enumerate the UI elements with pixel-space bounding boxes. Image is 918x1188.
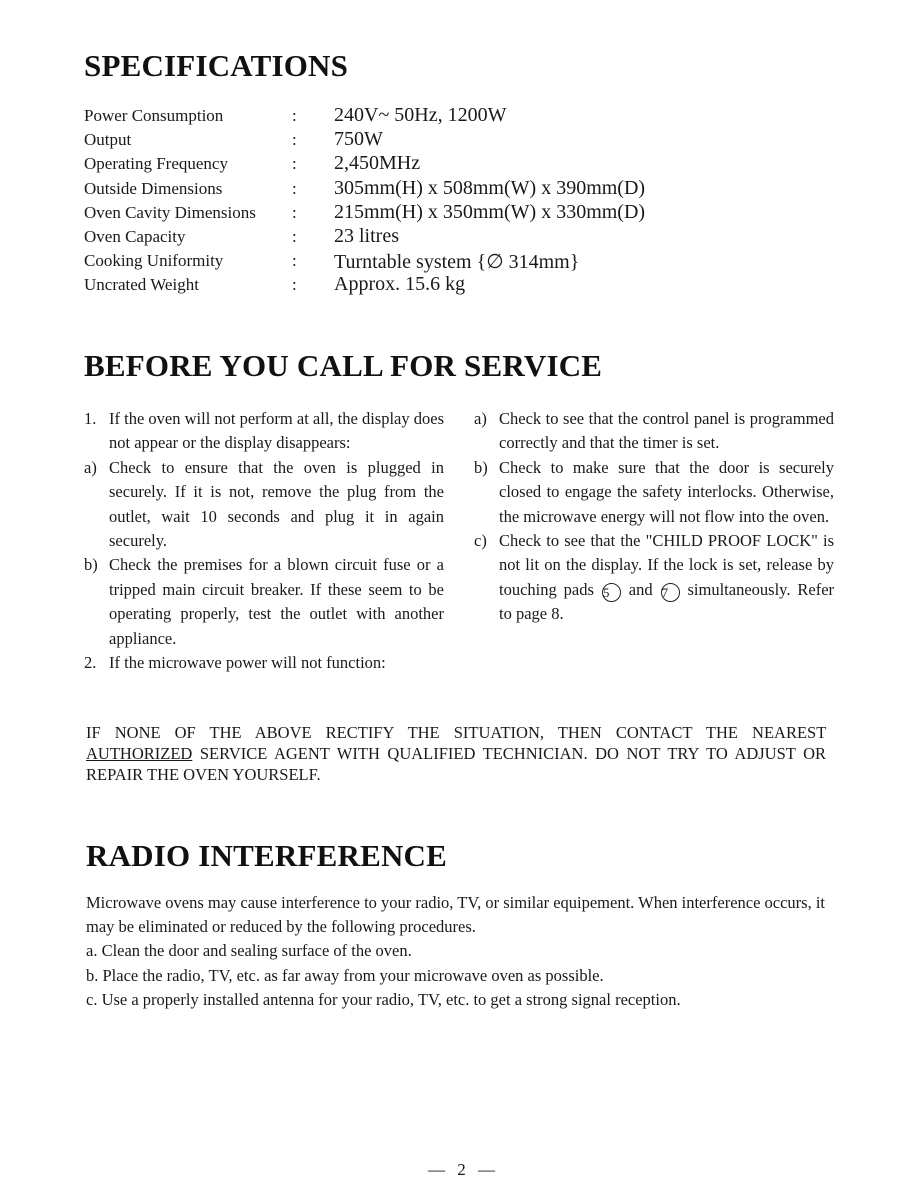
spec-label: Oven Capacity (84, 226, 186, 246)
spec-value: 2,450MHz (334, 152, 421, 175)
spec-value: Turntable system {∅ 314mm} (334, 251, 580, 274)
spec-value: 750W (334, 128, 383, 151)
spec-value: 240V~ 50Hz, 1200W (334, 104, 507, 126)
service-item: a) Check to ensure that the oven is plug… (84, 456, 444, 554)
item-text: Check to see that the control panel is p… (499, 409, 834, 453)
spec-separator: : (292, 178, 297, 198)
radio-step: c. Use a properly installed antenna for … (86, 989, 681, 1009)
radio-step: b. Place the radio, TV, etc. as far away… (86, 965, 604, 985)
spec-label: Outside Dimensions (84, 178, 223, 198)
notice-text-2: SERVICE AGENT WITH QUALIFIED TECHNICIAN.… (86, 743, 827, 784)
spec-separator: : (292, 226, 297, 246)
service-heading: BEFORE YOU CALL FOR SERVICE (84, 348, 603, 383)
notice-text-1: IF NONE OF THE ABOVE RECTIFY THE SITUATI… (86, 722, 826, 742)
spec-separator: : (292, 275, 297, 295)
item-marker: 2. (84, 653, 97, 673)
spec-separator: : (292, 202, 297, 222)
spec-value: Approx. 15.6 kg (334, 273, 466, 296)
item-marker: 1. (84, 409, 97, 428)
item-text: Check the premises for a blown circuit f… (109, 555, 444, 648)
spec-label: Uncrated Weight (84, 275, 199, 295)
service-left-column: 1. If the oven will not perform at all, … (84, 407, 444, 675)
spec-separator: : (292, 130, 297, 150)
specifications-heading: SPECIFICATIONS (84, 48, 349, 83)
page-number: — 2 — (428, 1160, 499, 1179)
item-marker: a) (474, 409, 487, 428)
radio-interference-body: Microwave ovens may cause interference t… (86, 891, 831, 1012)
and-text: and (628, 579, 653, 599)
item-marker: b) (84, 555, 98, 575)
spec-label: Operating Frequency (84, 154, 228, 174)
spec-value: 23 litres (334, 224, 399, 247)
service-item: b) Check to make sure that the door is s… (474, 456, 834, 529)
spec-separator: : (292, 251, 297, 271)
spec-label: Oven Cavity Dimensions (84, 202, 256, 222)
item-marker: b) (474, 457, 488, 477)
item-text: Check to ensure that the oven is plugged… (109, 457, 444, 551)
spec-separator: : (292, 106, 297, 125)
item-text: If the microwave power will not function… (109, 653, 386, 673)
service-item: c) Check to see that the "CHILD PROOF LO… (474, 529, 834, 627)
spec-label: Power Consumption (84, 106, 224, 125)
service-item: a) Check to see that the control panel i… (474, 407, 834, 456)
service-item: 1. If the oven will not perform at all, … (84, 407, 444, 456)
service-right-column: a) Check to see that the control panel i… (474, 407, 834, 627)
spec-value: 215mm(H) x 350mm(W) x 330mm(D) (334, 200, 646, 223)
item-text: Check to make sure that the door is secu… (499, 457, 834, 526)
item-text: If the oven will not perform at all, the… (109, 409, 444, 453)
pad-7-icon: 7 (660, 582, 680, 602)
service-notice: IF NONE OF THE ABOVE RECTIFY THE SITUATI… (86, 722, 826, 785)
spec-label: Cooking Uniformity (84, 251, 224, 271)
spec-label: Output (84, 130, 132, 150)
item-text: Check to see that the "CHILD PROOF LOCK"… (499, 529, 834, 627)
notice-authorized: AUTHORIZED (86, 743, 193, 763)
spec-value: 305mm(H) x 508mm(W) x 390mm(D) (334, 176, 646, 199)
service-item: 2. If the microwave power will not funct… (84, 651, 444, 675)
item-marker: c) (474, 531, 487, 551)
spec-separator: : (292, 154, 297, 174)
radio-intro: Microwave ovens may cause interference t… (86, 893, 826, 937)
service-item: b) Check the premises for a blown circui… (84, 553, 444, 651)
pad-5-icon: 5 (601, 582, 621, 602)
radio-interference-heading: RADIO INTERFERENCE (86, 838, 448, 873)
item-marker: a) (84, 457, 97, 477)
radio-step: a. Clean the door and sealing surface of… (86, 941, 412, 961)
